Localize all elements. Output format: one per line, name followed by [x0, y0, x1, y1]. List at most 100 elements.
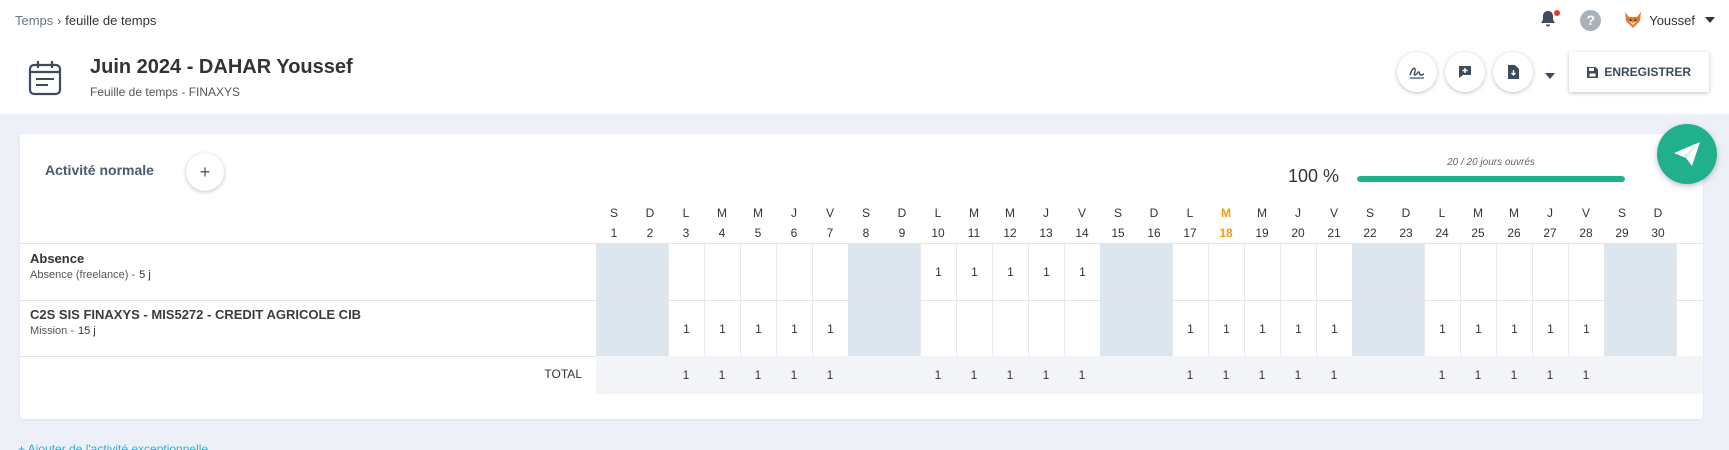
- day-cell[interactable]: 1: [1568, 301, 1604, 357]
- day-cell[interactable]: [632, 244, 668, 300]
- day-cell[interactable]: 1: [740, 301, 776, 357]
- total-cell: 1: [754, 368, 762, 382]
- days-header: S 1 D 2 L 3 M 4 M 5 J 6 V 7 S 8 D 9 L 10 M 11 M 12 J 13 V 14 S 15 D 16 L…: [596, 203, 1676, 243]
- day-cell[interactable]: [1136, 244, 1172, 300]
- day-header: V 21: [1316, 203, 1352, 243]
- day-cell[interactable]: 1: [704, 301, 740, 357]
- day-cell[interactable]: [1172, 244, 1208, 300]
- day-letter: V: [825, 206, 834, 220]
- day-cell[interactable]: [668, 244, 704, 300]
- day-cell[interactable]: 1: [1532, 301, 1568, 357]
- day-cell[interactable]: 1: [812, 301, 848, 357]
- day-cell[interactable]: 1: [1172, 301, 1208, 357]
- day-letter: J: [1295, 206, 1301, 220]
- day-cell[interactable]: [884, 244, 920, 300]
- comment-button[interactable]: [1445, 52, 1486, 92]
- user-menu[interactable]: Youssef: [1623, 10, 1715, 30]
- day-cell[interactable]: 1: [1064, 244, 1100, 300]
- day-cell[interactable]: 1: [1028, 244, 1064, 300]
- day-cell[interactable]: [1424, 244, 1460, 300]
- total-label: TOTAL: [544, 367, 582, 381]
- add-activity-button[interactable]: +: [186, 153, 224, 191]
- day-cell[interactable]: [1100, 244, 1136, 300]
- add-exceptional-activity-link[interactable]: + Ajouter de l'activité exceptionnelle: [18, 442, 208, 450]
- day-cell[interactable]: [884, 301, 920, 357]
- export-dropdown-caret-icon[interactable]: [1545, 73, 1556, 79]
- day-cell[interactable]: 1: [1460, 301, 1496, 357]
- progress-bar-fill: [1357, 176, 1625, 182]
- day-cell[interactable]: [920, 301, 956, 357]
- day-cell[interactable]: [1388, 301, 1424, 357]
- day-number: 28: [1579, 226, 1593, 240]
- help-icon[interactable]: ?: [1580, 9, 1602, 31]
- day-cell[interactable]: [1604, 244, 1640, 300]
- day-cell[interactable]: [632, 301, 668, 357]
- day-header: L 17: [1172, 203, 1208, 243]
- day-cell[interactable]: 1: [992, 244, 1028, 300]
- send-button[interactable]: [1657, 124, 1717, 184]
- day-cell[interactable]: [848, 244, 884, 300]
- caret-down-icon: [1705, 17, 1715, 23]
- day-cell[interactable]: [1532, 244, 1568, 300]
- day-cell[interactable]: [596, 244, 632, 300]
- day-cell[interactable]: [1568, 244, 1604, 300]
- save-button[interactable]: ENREGISTRER: [1569, 52, 1709, 92]
- day-cell[interactable]: 1: [1244, 301, 1280, 357]
- paper-plane-icon: [1674, 142, 1700, 166]
- day-letter: L: [934, 206, 942, 220]
- day-cell[interactable]: [1460, 244, 1496, 300]
- day-cell[interactable]: [812, 244, 848, 300]
- day-cell[interactable]: 1: [1208, 301, 1244, 357]
- day-cell[interactable]: [740, 244, 776, 300]
- day-cell[interactable]: 1: [1424, 301, 1460, 357]
- day-cell[interactable]: [1640, 244, 1676, 300]
- day-cell[interactable]: [1388, 244, 1424, 300]
- save-button-label: ENREGISTRER: [1604, 65, 1691, 79]
- day-cell[interactable]: [1640, 301, 1676, 357]
- day-cell[interactable]: 1: [1496, 301, 1532, 357]
- day-cell[interactable]: [1028, 301, 1064, 357]
- breadcrumb-parent-link[interactable]: Temps: [15, 13, 53, 28]
- row-title: C2S SIS FINAXYS - MIS5272 - CREDIT AGRIC…: [30, 307, 362, 322]
- total-cell: [848, 356, 884, 394]
- day-cell[interactable]: [1352, 301, 1388, 357]
- day-cell[interactable]: [1208, 244, 1244, 300]
- day-cell[interactable]: [956, 301, 992, 357]
- total-cell: [1100, 356, 1136, 394]
- total-cell: [1352, 356, 1388, 394]
- day-cell[interactable]: [596, 301, 632, 357]
- day-cell[interactable]: [1280, 244, 1316, 300]
- notifications-bell-icon[interactable]: [1538, 9, 1561, 31]
- day-cell[interactable]: 1: [1316, 301, 1352, 357]
- day-cell[interactable]: [1244, 244, 1280, 300]
- day-cell[interactable]: [776, 244, 812, 300]
- day-number: 5: [754, 226, 762, 240]
- day-cell[interactable]: [848, 301, 884, 357]
- day-header: V 28: [1568, 203, 1604, 243]
- day-cell[interactable]: 1: [956, 244, 992, 300]
- day-cell[interactable]: [992, 301, 1028, 357]
- day-cell[interactable]: [1496, 244, 1532, 300]
- file-download-icon: [1508, 65, 1520, 79]
- day-cell[interactable]: [1604, 301, 1640, 357]
- day-cell[interactable]: 1: [668, 301, 704, 357]
- day-cell[interactable]: [1316, 244, 1352, 300]
- day-letter: M: [717, 206, 727, 220]
- day-number: 9: [898, 226, 906, 240]
- signature-button[interactable]: [1397, 52, 1438, 92]
- export-button[interactable]: [1493, 52, 1534, 92]
- day-cell[interactable]: [1064, 301, 1100, 357]
- day-cell[interactable]: [1100, 301, 1136, 357]
- day-header: D2: [632, 203, 668, 243]
- day-cell[interactable]: [704, 244, 740, 300]
- day-letter: L: [1186, 206, 1194, 220]
- day-cell[interactable]: 1: [920, 244, 956, 300]
- total-cell: [632, 356, 668, 394]
- day-number: 13: [1039, 226, 1053, 240]
- day-cell[interactable]: [1136, 301, 1172, 357]
- day-cell[interactable]: 1: [1280, 301, 1316, 357]
- day-cell[interactable]: 1: [776, 301, 812, 357]
- day-header: D 16: [1136, 203, 1172, 243]
- row-label-mission: C2S SIS FINAXYS - MIS5272 - CREDIT AGRIC…: [30, 307, 361, 337]
- day-cell[interactable]: [1352, 244, 1388, 300]
